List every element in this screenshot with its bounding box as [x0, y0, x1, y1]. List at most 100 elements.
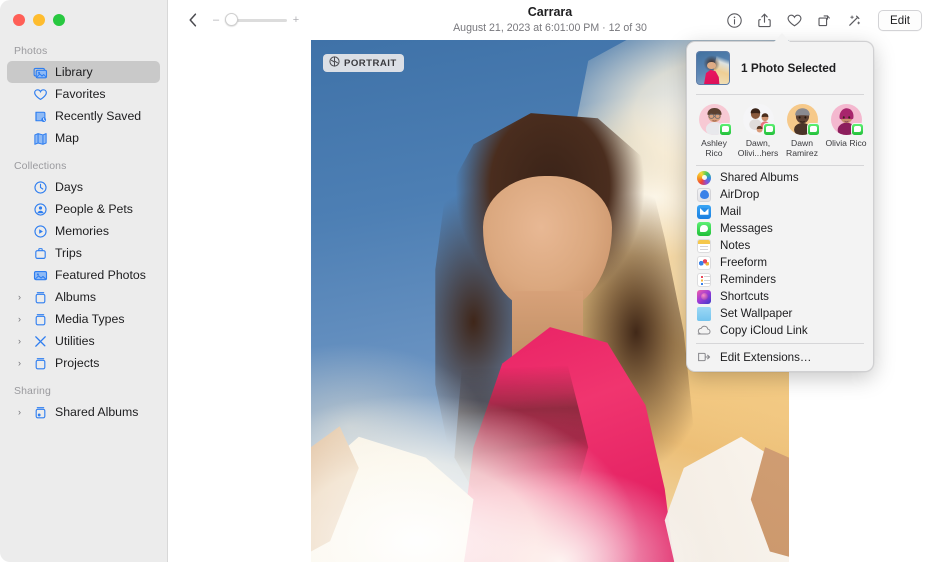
- sidebar-section-photos-label: Photos: [0, 34, 167, 61]
- minimize-button[interactable]: [33, 14, 45, 26]
- chevron-right-icon[interactable]: ›: [14, 336, 25, 346]
- sidebar-item-people-and-pets[interactable]: People & Pets: [7, 198, 160, 220]
- contact-name: Dawn, Olivi...hers: [738, 138, 779, 159]
- shared-albums-app-icon: [697, 171, 711, 185]
- avatar-wrapper: [787, 104, 818, 135]
- menu-item-set-wallpaper[interactable]: Set Wallpaper: [687, 305, 873, 322]
- sidebar-item-label: Recently Saved: [55, 109, 141, 123]
- chevron-right-icon[interactable]: ›: [14, 314, 25, 324]
- zoom-button[interactable]: [53, 14, 65, 26]
- contact-name: Olivia Rico: [825, 138, 866, 149]
- edit-button-label: Edit: [890, 14, 910, 27]
- back-button[interactable]: [182, 9, 204, 31]
- sidebar-item-label: Trips: [55, 246, 82, 260]
- menu-item-airdrop[interactable]: AirDrop: [687, 186, 873, 203]
- toolbar-actions: Edit: [720, 0, 922, 40]
- chevron-right-icon[interactable]: ›: [14, 292, 25, 302]
- sidebar-item-albums[interactable]: › Albums: [7, 286, 160, 308]
- menu-item-label: Edit Extensions…: [720, 351, 812, 364]
- menu-item-shortcuts[interactable]: Shortcuts: [687, 288, 873, 305]
- share-icon[interactable]: [750, 7, 778, 33]
- photos-app-window: Photos Library Favorites Recently Saved: [0, 0, 932, 562]
- freeform-app-icon: [697, 256, 711, 270]
- zoom-out-label[interactable]: –: [212, 14, 220, 26]
- sidebar-item-label: Days: [55, 180, 83, 194]
- auto-enhance-icon[interactable]: [840, 7, 868, 33]
- sidebar-item-days[interactable]: Days: [7, 176, 160, 198]
- sidebar-item-memories[interactable]: Memories: [7, 220, 160, 242]
- clock-icon: [32, 179, 48, 195]
- portrait-badge-label: PORTRAIT: [344, 58, 397, 69]
- photo-icon: [32, 267, 48, 283]
- menu-item-notes[interactable]: Notes: [687, 237, 873, 254]
- menu-item-reminders[interactable]: Reminders: [687, 271, 873, 288]
- contact-item[interactable]: Ashley Rico: [692, 104, 736, 159]
- sidebar-item-label: Library: [55, 65, 93, 79]
- contact-name: Dawn Ramirez: [786, 138, 818, 159]
- sidebar-item-featured-photos[interactable]: Featured Photos: [7, 264, 160, 286]
- rotate-icon[interactable]: [810, 7, 838, 33]
- album-icon: [32, 355, 48, 371]
- sidebar-item-utilities[interactable]: › Utilities: [7, 330, 160, 352]
- suggested-contacts: Ashley Rico Dawn, Olivi...hers: [687, 95, 873, 165]
- shared-album-icon: [32, 404, 48, 420]
- zoom-slider[interactable]: [225, 13, 287, 27]
- sidebar-item-projects[interactable]: › Projects: [7, 352, 160, 374]
- set-wallpaper-icon: [697, 307, 711, 321]
- chevron-right-icon[interactable]: ›: [14, 358, 25, 368]
- avatar-wrapper: [831, 104, 862, 135]
- sidebar-item-library[interactable]: Library: [7, 61, 160, 83]
- sidebar-item-recently-saved[interactable]: Recently Saved: [7, 105, 160, 127]
- chevron-right-icon[interactable]: ›: [14, 407, 25, 417]
- menu-item-mail[interactable]: Mail: [687, 203, 873, 220]
- contact-item[interactable]: Dawn Ramirez: [780, 104, 824, 159]
- contact-item[interactable]: Olivia Rico: [824, 104, 868, 159]
- edit-button[interactable]: Edit: [878, 10, 922, 31]
- sidebar: Photos Library Favorites Recently Saved: [0, 0, 168, 562]
- icloud-link-icon: [697, 324, 711, 338]
- contact-item[interactable]: Dawn, Olivi...hers: [736, 104, 780, 159]
- close-button[interactable]: [13, 14, 25, 26]
- library-icon: [32, 64, 48, 80]
- mail-app-icon: [697, 205, 711, 219]
- album-icon: [32, 289, 48, 305]
- menu-item-shared-albums[interactable]: Shared Albums: [687, 169, 873, 186]
- sidebar-item-label: Map: [55, 131, 79, 145]
- menu-item-label: Notes: [720, 239, 750, 252]
- message-bubble-glyph: [810, 126, 817, 132]
- portrait-badge[interactable]: PORTRAIT: [323, 54, 404, 72]
- slider-knob[interactable]: [225, 13, 238, 26]
- menu-item-freeform[interactable]: Freeform: [687, 254, 873, 271]
- menu-item-label: Reminders: [720, 273, 776, 286]
- sidebar-item-shared-albums[interactable]: › Shared Albums: [7, 401, 160, 423]
- recently-saved-icon: [32, 108, 48, 124]
- favorite-heart-icon[interactable]: [780, 7, 808, 33]
- sidebar-item-favorites[interactable]: Favorites: [7, 83, 160, 105]
- menu-item-label: Mail: [720, 205, 741, 218]
- menu-item-label: Messages: [720, 222, 773, 235]
- selected-photo-thumbnail[interactable]: [696, 51, 730, 85]
- sidebar-item-label: Memories: [55, 224, 109, 238]
- menu-item-edit-extensions[interactable]: Edit Extensions…: [687, 349, 873, 366]
- extensions-icon: [697, 350, 711, 364]
- sidebar-item-map[interactable]: Map: [7, 127, 160, 149]
- sidebar-item-label: Utilities: [55, 334, 95, 348]
- menu-item-messages[interactable]: Messages: [687, 220, 873, 237]
- message-bubble-glyph: [766, 126, 773, 132]
- sidebar-item-media-types[interactable]: › Media Types: [7, 308, 160, 330]
- heart-icon: [32, 86, 48, 102]
- info-icon[interactable]: [720, 7, 748, 33]
- avatar-wrapper: [743, 104, 774, 135]
- memories-play-icon: [32, 223, 48, 239]
- menu-item-copy-icloud-link[interactable]: Copy iCloud Link: [687, 322, 873, 339]
- menu-item-label: Set Wallpaper: [720, 307, 792, 320]
- share-menu-primary: Shared Albums AirDrop Mail Messages Note…: [687, 165, 873, 343]
- avatar-wrapper: [699, 104, 730, 135]
- reminders-app-icon: [697, 273, 711, 287]
- tools-icon: [32, 333, 48, 349]
- messages-badge: [851, 123, 864, 136]
- sidebar-item-trips[interactable]: Trips: [7, 242, 160, 264]
- zoom-slider-control[interactable]: – +: [212, 13, 300, 27]
- message-bubble-glyph: [854, 126, 861, 132]
- zoom-in-label[interactable]: +: [292, 14, 300, 26]
